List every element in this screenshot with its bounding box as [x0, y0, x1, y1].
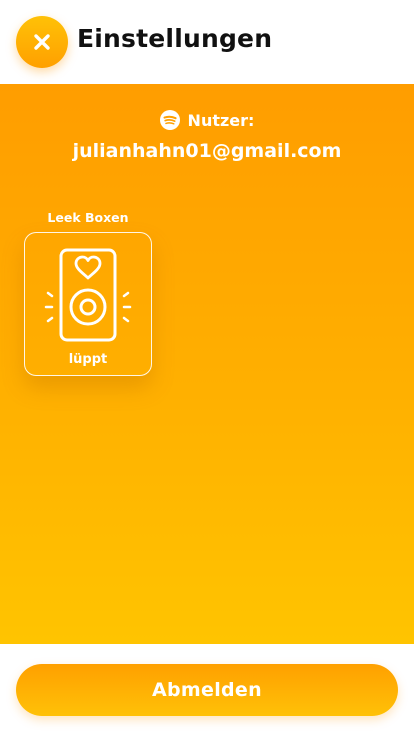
speaker-heart-icon [44, 248, 132, 342]
device-label: lüppt [68, 352, 108, 367]
close-button[interactable] [16, 16, 68, 68]
device-group-title: Leek Boxen [47, 210, 129, 225]
footer: Abmelden [0, 644, 414, 736]
logout-button[interactable]: Abmelden [16, 664, 398, 716]
account-label: Nutzer: [187, 110, 255, 130]
account-label-row: Nutzer: [0, 110, 414, 130]
app-header: Einstellungen [0, 0, 414, 84]
spotify-icon [159, 110, 180, 130]
page-title: Einstellungen [77, 24, 273, 53]
settings-content: Nutzer: julianhahn01@gmail.com Leek Boxe… [0, 84, 414, 644]
close-icon [34, 34, 50, 50]
account-email: julianhahn01@gmail.com [72, 140, 342, 162]
device-card[interactable]: lüppt [24, 232, 152, 376]
